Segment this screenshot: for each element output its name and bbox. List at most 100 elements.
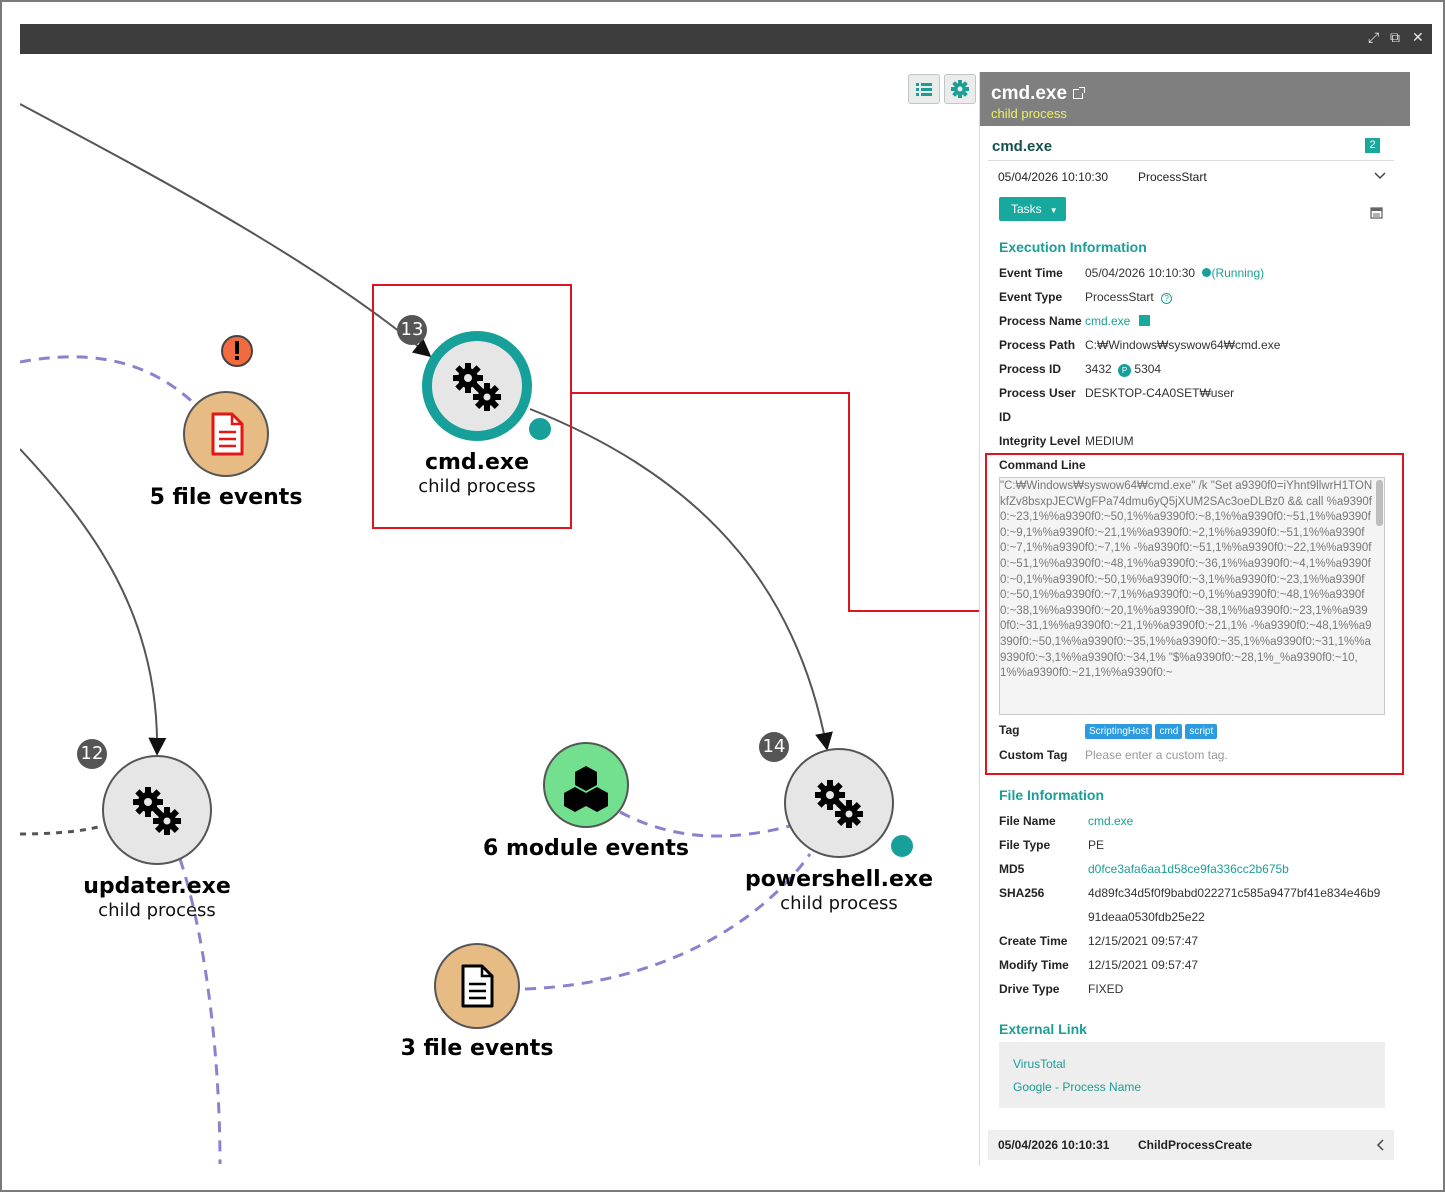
highlight-box-command-line	[985, 453, 1404, 775]
value-process-name: cmd.exe	[1085, 313, 1150, 329]
node-badge-12: 12	[77, 739, 107, 769]
value-event-type: ProcessStart ?	[1085, 289, 1173, 305]
label-drive-type: Drive Type	[999, 982, 1060, 996]
label-process-path: Process Path	[999, 338, 1076, 352]
running-status: (Running)	[1211, 266, 1265, 280]
value-modify-time: 12/15/2021 09:57:47	[1088, 958, 1199, 972]
label-event-type: Event Type	[999, 290, 1063, 304]
label-modify-time: Modify Time	[999, 958, 1069, 972]
parent-badge: P	[1118, 364, 1132, 377]
alert-icon	[221, 335, 253, 367]
event-row-time-2: 05/04/2026 10:10:31	[998, 1138, 1110, 1152]
file-info-title: File Information	[999, 787, 1104, 803]
label-file-type: File Type	[999, 838, 1051, 852]
graph-svg	[20, 103, 980, 1165]
label-process-name: Process Name	[999, 314, 1082, 328]
node-title-powershell: powershell.exe	[744, 867, 934, 892]
event-row-processstart[interactable]: 05/04/2026 10:10:30 ProcessStart	[988, 162, 1394, 190]
label-file-events-5: 5 file events	[149, 485, 303, 510]
external-link-icon[interactable]	[1073, 87, 1086, 99]
value-file-type: PE	[1088, 838, 1105, 852]
close-icon[interactable]: ✕	[1412, 30, 1424, 46]
label-process-id: Process ID	[999, 362, 1062, 376]
node-title-updater: updater.exe	[83, 874, 231, 899]
value-process-id: 3432 P 5304	[1085, 361, 1161, 377]
node-label-powershell: powershell.exe child process	[745, 867, 933, 915]
parent-id-text: 5304	[1134, 362, 1162, 376]
expand-icon[interactable]: ⤢	[1368, 30, 1379, 46]
label-file-name: File Name	[999, 814, 1056, 828]
label-integrity-level: Integrity Level	[999, 434, 1081, 448]
edge-file5	[20, 355, 202, 411]
value-sha256-line2: 91deaa0530fdb25e22	[1088, 910, 1205, 924]
execution-info-title: Execution Information	[999, 239, 1147, 255]
label-md5: MD5	[999, 862, 1025, 876]
window-titlebar: ⤢ ⧉ ✕	[20, 24, 1432, 54]
event-type-text: ProcessStart	[1085, 290, 1154, 304]
app-window: ⤢ ⧉ ✕ 13 12 14 cmd.exe child process upd…	[0, 0, 1445, 1192]
value-drive-type: FIXED	[1088, 982, 1124, 996]
edge-cmd-powershell	[529, 408, 833, 751]
list-view-button[interactable]	[908, 74, 940, 104]
edge-module6	[619, 810, 791, 838]
process-id-text: 3432	[1085, 362, 1112, 376]
event-row-childprocesscreate[interactable]: 05/04/2026 10:10:31 ChildProcessCreate	[988, 1130, 1394, 1160]
process-graph-canvas[interactable]: 13 12 14 cmd.exe child process updater.e…	[20, 54, 980, 1184]
list-icon	[916, 83, 932, 96]
edge-parent-updater	[20, 448, 167, 756]
node-powershell[interactable]	[784, 748, 915, 859]
calendar-icon[interactable]	[1370, 206, 1383, 219]
process-name-link[interactable]: cmd.exe	[1085, 314, 1130, 328]
tasks-dropdown-button[interactable]: Tasks ▼	[999, 197, 1066, 221]
label-create-time: Create Time	[999, 934, 1068, 948]
value-file-name[interactable]: cmd.exe	[1088, 813, 1133, 829]
node-subtitle-updater: child process	[98, 900, 216, 921]
value-process-user: DESKTOP-C4A0SET₩user	[1085, 386, 1235, 400]
panel-header: cmd.exe child process	[980, 72, 1410, 126]
process-name-heading: cmd.exe	[992, 138, 1053, 155]
panel-subtitle: child process	[991, 106, 1067, 121]
node-file-events-3[interactable]	[434, 943, 520, 1029]
popout-icon[interactable]: ⧉	[1390, 30, 1400, 46]
open-process-icon[interactable]	[1138, 315, 1150, 326]
node-file-events-5[interactable]	[183, 391, 269, 477]
value-event-time: 05/04/2026 10:10:30 (Running)	[1085, 265, 1264, 281]
panel-title-text: cmd.exe	[991, 83, 1068, 104]
value-sha256-line1: 4d89fc34d5f0f9babd022271c585a9477bf41e83…	[1088, 886, 1381, 900]
count-badge: 2	[1365, 138, 1380, 153]
help-icon[interactable]: ?	[1161, 293, 1173, 304]
node-module-events-6[interactable]	[543, 742, 629, 828]
caret-down-icon: ▼	[1049, 206, 1058, 215]
highlight-connector	[571, 392, 980, 612]
value-integrity-level: MEDIUM	[1085, 434, 1134, 448]
chevron-down-icon[interactable]	[1374, 172, 1386, 180]
value-process-path: C:₩Windows₩syswow64₩cmd.exe	[1085, 338, 1281, 352]
external-link-title: External Link	[999, 1021, 1087, 1037]
event-row-type-2: ChildProcessCreate	[1138, 1138, 1253, 1152]
edge-updater-left	[20, 824, 103, 836]
panel-title: cmd.exe	[991, 83, 1086, 105]
label-process-user: Process User	[999, 386, 1076, 400]
settings-button[interactable]	[944, 74, 976, 104]
tasks-label: Tasks	[1011, 202, 1042, 216]
link-virustotal[interactable]: VirusTotal	[1013, 1056, 1065, 1072]
link-google-process-name[interactable]: Google - Process Name	[1013, 1079, 1141, 1095]
node-subtitle-powershell: child process	[780, 893, 898, 914]
divider	[988, 160, 1394, 161]
label-event-time: Event Time	[999, 266, 1063, 280]
node-badge-14: 14	[759, 732, 789, 762]
external-links-box: VirusTotal Google - Process Name	[999, 1042, 1385, 1108]
highlight-box-node	[372, 284, 572, 529]
value-md5[interactable]: d0fce3afa6aa1d58ce9fa336cc2b675b	[1088, 861, 1289, 877]
edge-parent-cmd	[20, 103, 432, 358]
value-create-time: 12/15/2021 09:57:47	[1088, 934, 1199, 948]
event-time-text: 05/04/2026 10:10:30	[1085, 266, 1196, 280]
label-file-events-3: 3 file events	[400, 1036, 554, 1061]
label-sha256: SHA256	[999, 886, 1045, 900]
gear-icon	[951, 80, 969, 98]
chevron-left-icon[interactable]	[1376, 1139, 1384, 1151]
node-updater[interactable]	[102, 755, 212, 865]
label-id: ID	[999, 410, 1011, 424]
event-row-type: ProcessStart	[1138, 170, 1207, 184]
event-row-time: 05/04/2026 10:10:30	[998, 170, 1109, 184]
